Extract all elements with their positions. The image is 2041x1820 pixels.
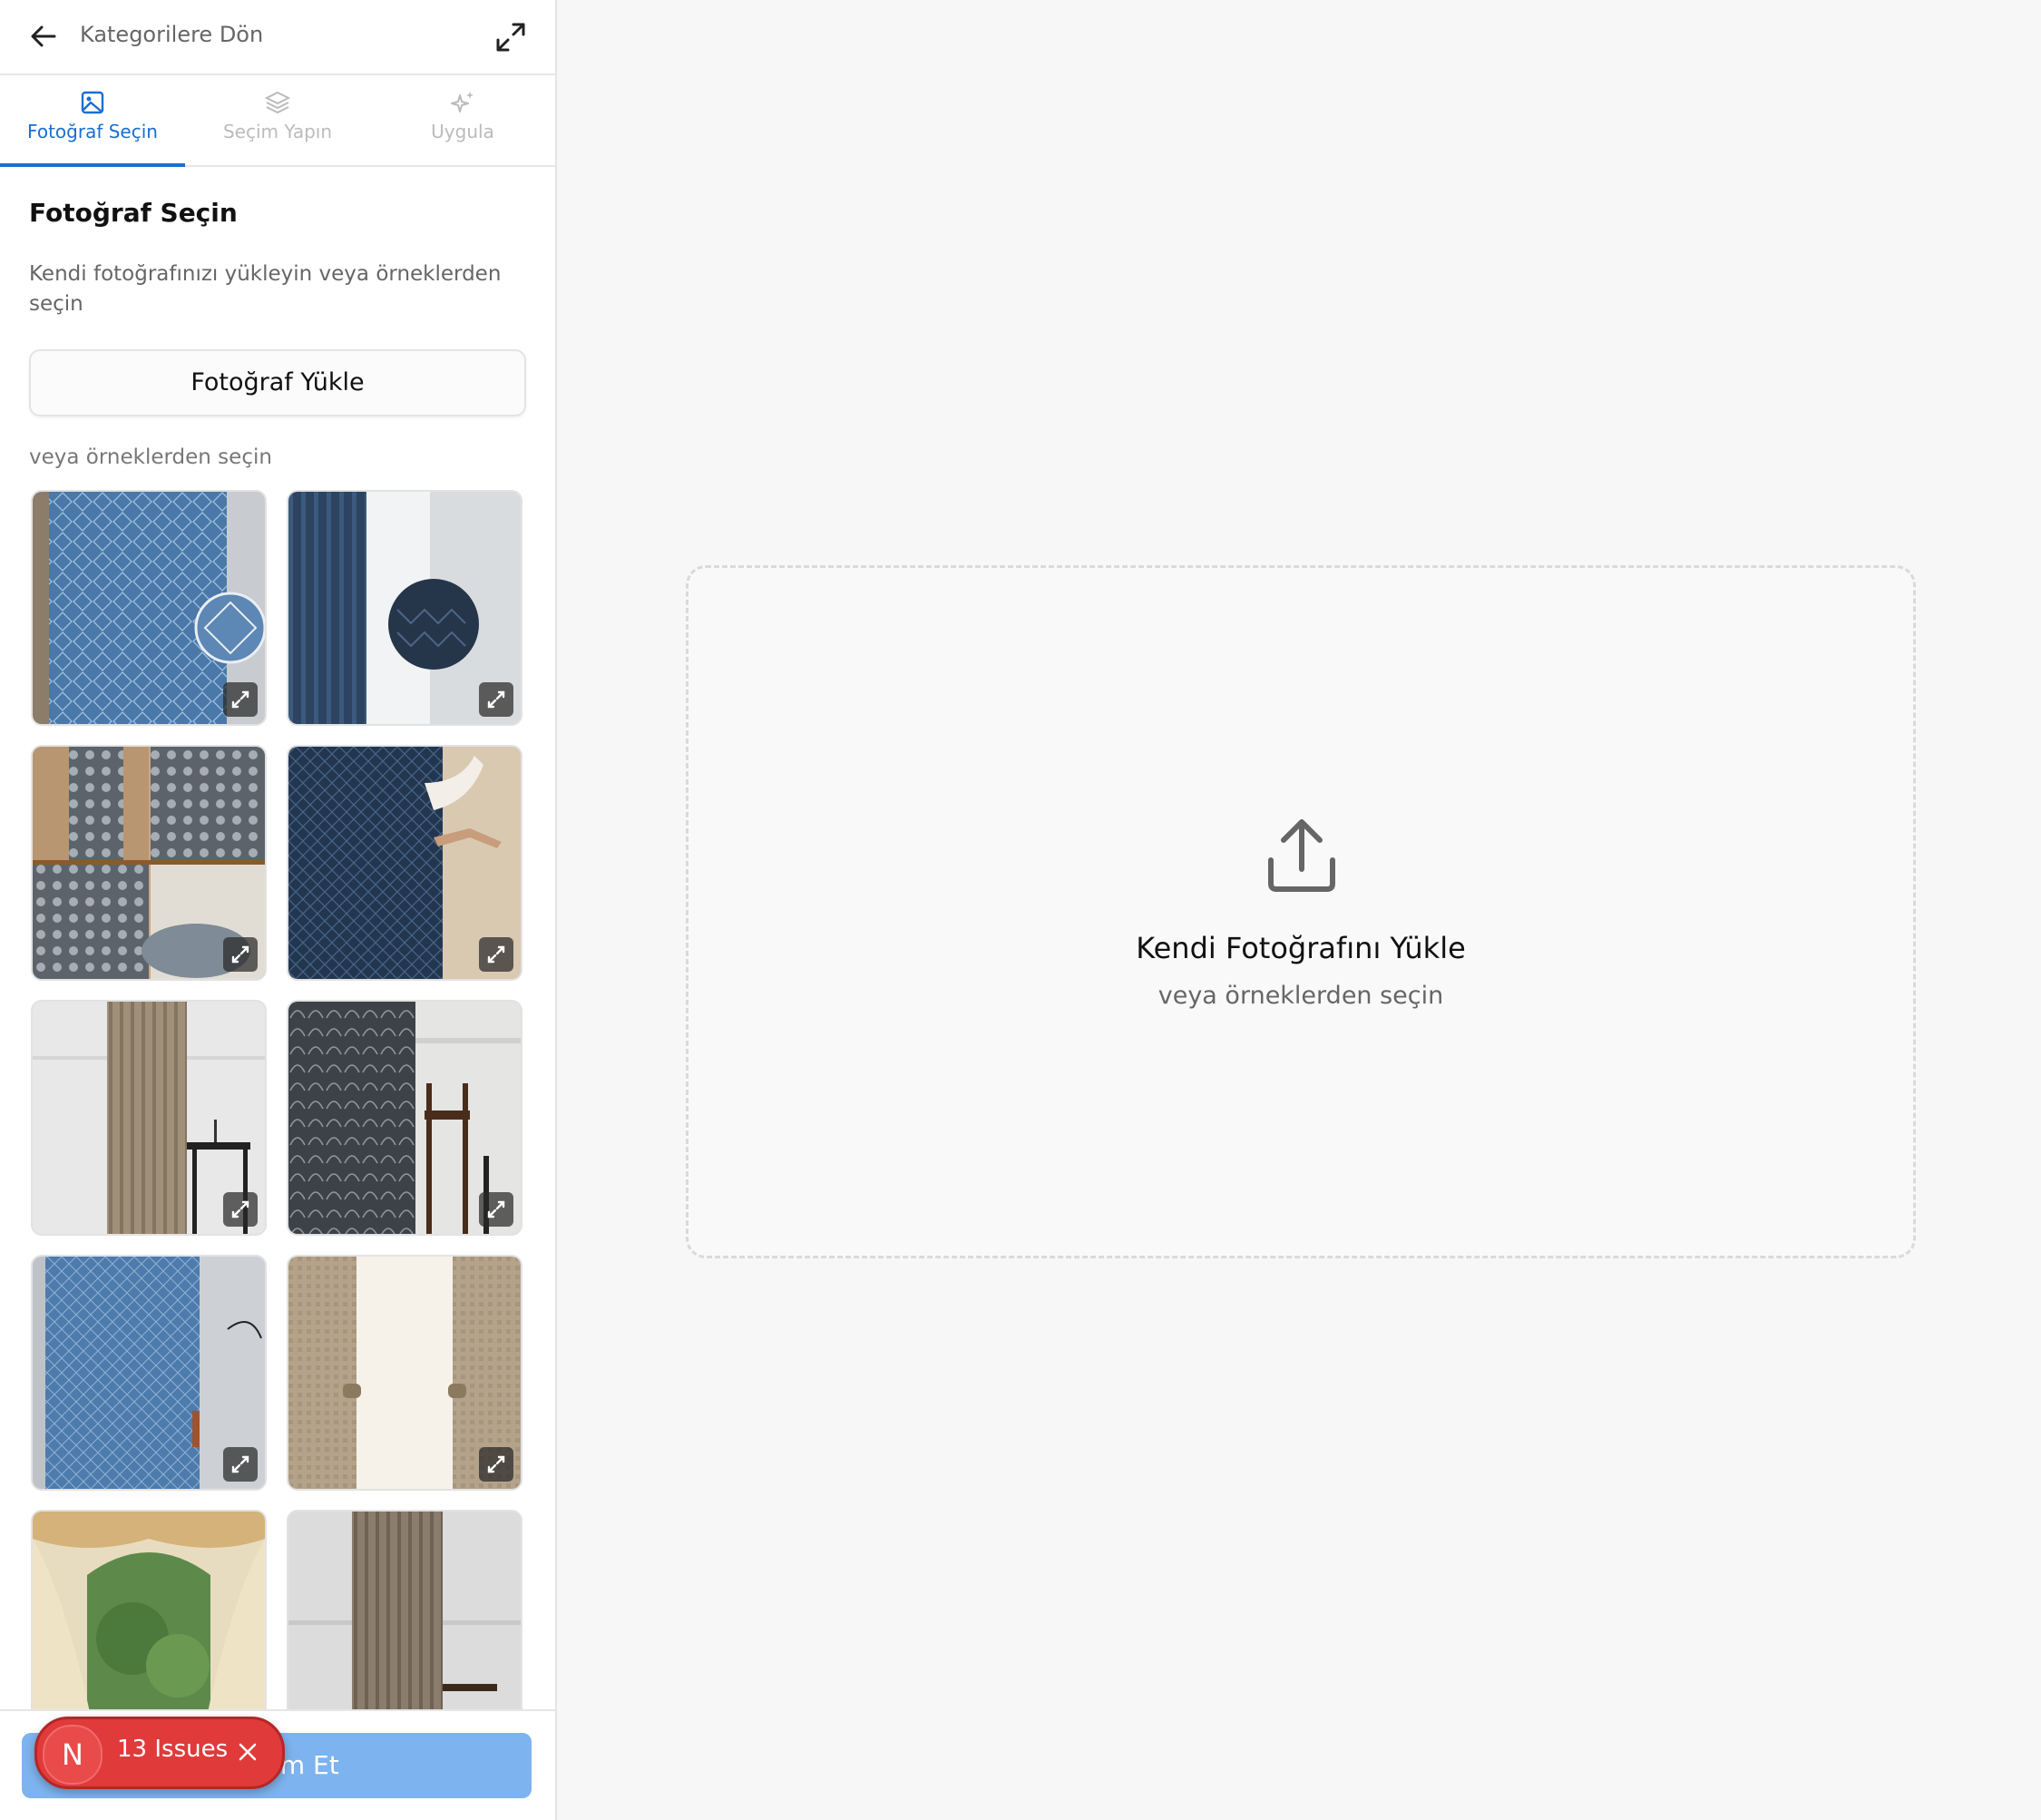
example-thumbnail[interactable] (287, 1255, 522, 1491)
zoom-icon[interactable] (223, 1192, 258, 1227)
tab-apply[interactable]: Uygula (370, 75, 555, 165)
issues-count[interactable]: 13 Issues (117, 1736, 228, 1763)
zoom-icon[interactable] (479, 1447, 513, 1482)
zoom-icon[interactable] (479, 937, 513, 972)
example-thumbnail[interactable] (31, 1000, 267, 1236)
example-thumbnail[interactable] (287, 745, 522, 981)
examples-label: veya örneklerden seçin (29, 445, 272, 469)
back-to-categories-link[interactable]: Kategorilere Dön (80, 22, 263, 47)
panel-title: Fotoğraf Seçin (29, 198, 238, 228)
sidebar-header: Kategorilere Dön (0, 0, 555, 75)
upload-dropzone[interactable]: Kendi Fotoğrafını Yükle veya örneklerden… (686, 565, 1916, 1258)
tab-label: Seçim Yapın (222, 121, 333, 142)
close-icon[interactable] (235, 1739, 260, 1765)
zoom-icon[interactable] (479, 682, 513, 717)
upload-icon (1258, 813, 1345, 900)
dropzone-subtitle: veya örneklerden seçin (1157, 982, 1444, 1010)
tab-label: Uygula (431, 121, 494, 142)
sparkles-icon (448, 88, 477, 117)
next-logo-icon: N (43, 1725, 103, 1785)
sidebar: Kategorilere Dön Fotoğraf Seçin Seçim Ya… (0, 0, 557, 1820)
tab-select-photo[interactable]: Fotoğraf Seçin (0, 75, 185, 167)
step-tabs: Fotoğraf Seçin Seçim Yapın Uygula (0, 75, 555, 167)
zoom-icon[interactable] (223, 937, 258, 972)
issues-badge[interactable]: N 13 Issues (34, 1717, 285, 1789)
layers-icon (263, 88, 292, 117)
panel-description: Kendi fotoğrafınızı yükleyin veya örnekl… (29, 262, 502, 316)
active-tab-indicator (0, 163, 185, 167)
tab-make-selection[interactable]: Seçim Yapın (185, 75, 370, 165)
dropzone-title: Kendi Fotoğrafını Yükle (1136, 931, 1466, 965)
expand-icon[interactable] (493, 20, 528, 54)
back-arrow-icon[interactable] (27, 20, 60, 53)
example-thumbnail[interactable] (287, 490, 522, 726)
example-thumbnail[interactable] (31, 490, 267, 726)
image-icon (78, 88, 107, 117)
zoom-icon[interactable] (223, 1447, 258, 1482)
zoom-icon[interactable] (479, 1192, 513, 1227)
upload-photo-button[interactable]: Fotoğraf Yükle (29, 349, 526, 416)
example-thumbnail[interactable] (287, 1000, 522, 1236)
example-thumbnail[interactable] (31, 1255, 267, 1491)
example-thumbnail[interactable] (31, 745, 267, 981)
zoom-icon[interactable] (223, 682, 258, 717)
tab-label: Fotoğraf Seçin (27, 121, 158, 142)
